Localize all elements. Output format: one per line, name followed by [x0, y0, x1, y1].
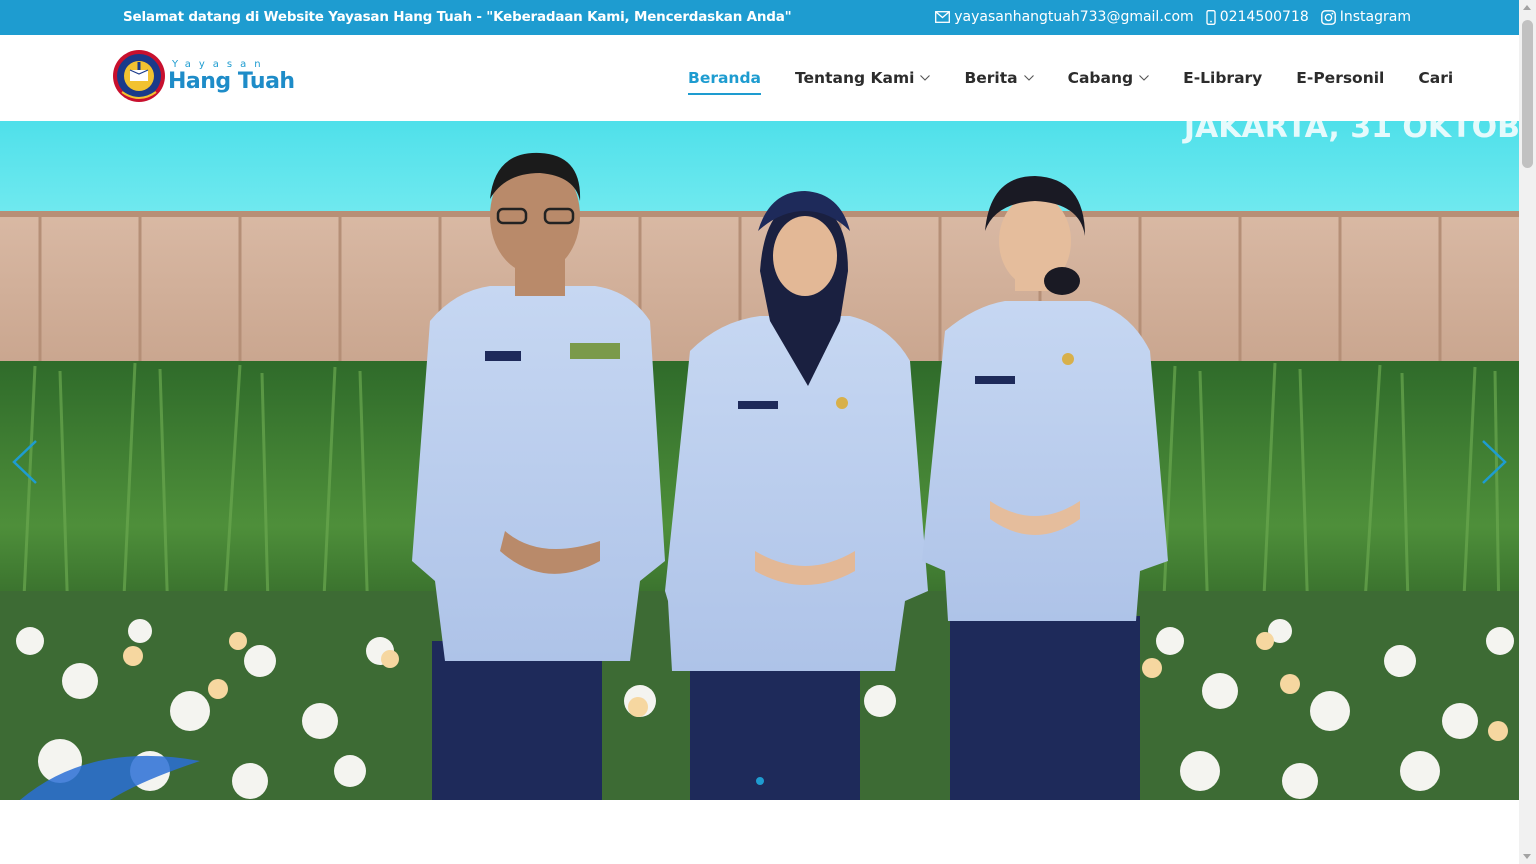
logo-wordmark: Yayasan Hang Tuah [168, 60, 295, 94]
phone-link[interactable]: 0214500718 [1206, 9, 1309, 25]
nav-label: Tentang Kami [795, 69, 915, 87]
nav-item-beranda[interactable]: Beranda [688, 35, 762, 121]
slider-pagination-dot[interactable] [756, 777, 764, 785]
instagram-text: Instagram [1339, 9, 1411, 25]
nav-label: Cabang [1067, 69, 1134, 87]
mobile-phone-icon [1206, 9, 1216, 25]
hang-tuah-emblem-icon [113, 50, 165, 102]
instagram-link[interactable]: Instagram [1320, 9, 1411, 25]
email-link[interactable]: yayasanhangtuah733@gmail.com [935, 9, 1194, 25]
nav-item-berita[interactable]: Berita [964, 35, 1034, 121]
site-header: Yayasan Hang Tuah Beranda Tentang Kami B… [0, 35, 1519, 121]
nav-label: E-Personil [1296, 69, 1385, 87]
hero-photo: JAKARTA, 31 OKTOB [0, 121, 1519, 800]
welcome-message: Selamat datang di Website Yayasan Hang T… [123, 9, 792, 25]
phone-text: 0214500718 [1219, 9, 1309, 25]
chevron-right-icon[interactable] [1479, 439, 1509, 485]
site-logo[interactable]: Yayasan Hang Tuah [112, 48, 295, 106]
scroll-up-icon[interactable] [1523, 5, 1531, 10]
page-scrollbar[interactable] [1519, 0, 1536, 864]
logo-big-text: Hang Tuah [168, 69, 295, 94]
chevron-down-icon [1139, 75, 1150, 81]
top-bar: Selamat datang di Website Yayasan Hang T… [0, 0, 1519, 35]
nav-label: Beranda [688, 69, 762, 87]
nav-item-e-personil[interactable]: E-Personil [1296, 35, 1384, 121]
banner-text: JAKARTA, 31 OKTOB [1182, 121, 1519, 145]
contact-info: yayasanhangtuah733@gmail.com 0214500718 … [929, 9, 1411, 25]
nav-item-tentang-kami[interactable]: Tentang Kami [795, 35, 931, 121]
chevron-down-icon [1023, 75, 1034, 81]
chevron-left-icon[interactable] [10, 439, 40, 485]
envelope-icon [935, 11, 951, 23]
hero-slider: JAKARTA, 31 OKTOB [0, 121, 1519, 800]
main-nav: Beranda Tentang Kami Berita Cabang E-Lib… [688, 35, 1487, 121]
nav-label: Cari [1418, 69, 1454, 87]
scroll-down-icon[interactable] [1523, 854, 1531, 859]
nav-label: Berita [964, 69, 1018, 87]
nav-item-e-library[interactable]: E-Library [1183, 35, 1262, 121]
instagram-icon [1320, 9, 1336, 25]
nav-label: E-Library [1183, 69, 1263, 87]
chevron-down-icon [920, 75, 931, 81]
scrollbar-thumb[interactable] [1522, 20, 1533, 168]
nav-item-cabang[interactable]: Cabang [1068, 35, 1150, 121]
email-text: yayasanhangtuah733@gmail.com [954, 9, 1194, 25]
nav-item-cari[interactable]: Cari [1418, 35, 1453, 121]
